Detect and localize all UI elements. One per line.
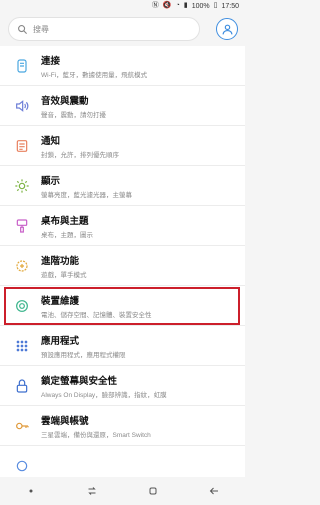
device-care-icon (14, 298, 30, 314)
settings-item-subtitle: 螢幕亮度，藍光濾光器，主螢幕 (41, 191, 132, 199)
person-icon (222, 24, 232, 34)
settings-item-apps[interactable]: 應用程式 預設應用程式，應用程式權限 (0, 326, 245, 366)
settings-item-device-maintenance[interactable]: 裝置維護 電池、儲存空間、記憶體、裝置安全性 (0, 286, 245, 326)
search-input[interactable]: 搜尋 (8, 17, 200, 41)
recents-icon (88, 487, 96, 495)
settings-item-title: 鎖定螢幕與安全性 (41, 375, 118, 387)
settings-item-wallpapers[interactable]: 桌布與主題 桌布，主題，圖示 (0, 206, 245, 246)
back-arrow-icon (210, 487, 219, 495)
settings-item-display[interactable]: 顯示 螢幕亮度，藍光濾光器，主螢幕 (0, 166, 245, 206)
speaker-icon (14, 98, 30, 114)
settings-item-advanced[interactable]: 進階功能 遊戲，單手模式 (0, 246, 245, 286)
settings-item-connections[interactable]: 連接 Wi-Fi，藍牙，數據使用量，飛航模式 (0, 46, 245, 86)
settings-item-title: 桌布與主題 (41, 215, 89, 227)
settings-item-cloud-accounts[interactable]: 雲端與帳號 三星雲端，備份與還原，Smart Switch (0, 406, 245, 446)
settings-list: 連接 Wi-Fi，藍牙，數據使用量，飛航模式 音效與震動 聲音，震動，請勿打擾 … (0, 46, 245, 477)
settings-item-lock-screen[interactable]: 鎖定螢幕與安全性 Always On Display，臉部辨識，指紋，虹膜 (0, 366, 245, 406)
settings-item-title: 連接 (41, 55, 61, 67)
settings-item-title: 應用程式 (41, 335, 80, 347)
google-icon (14, 458, 30, 474)
lock-icon (14, 378, 30, 394)
settings-item-title: 進階功能 (41, 255, 80, 267)
navigation-bar (0, 477, 245, 505)
back-button[interactable] (202, 479, 226, 503)
nfc-icon: Ⓝ (151, 2, 159, 9)
settings-item-notifications[interactable]: 通知 封鎖，允許，排列優先順序 (0, 126, 245, 166)
settings-item-subtitle: 三星雲端，備份與還原，Smart Switch (41, 431, 151, 439)
settings-item-subtitle: 遊戲，單手模式 (41, 271, 87, 279)
wifi-icon: ◔ (175, 2, 180, 9)
notifications-icon (14, 138, 30, 154)
dot-icon (29, 489, 33, 493)
settings-item-subtitle: Wi-Fi，藍牙，數據使用量，飛航模式 (41, 71, 148, 79)
settings-item-title: 雲端與帳號 (41, 415, 89, 427)
nav-dot-button[interactable] (19, 479, 43, 503)
settings-item-subtitle: 預設應用程式，應用程式權限 (41, 351, 126, 359)
search-icon (18, 24, 28, 34)
settings-item-subtitle: 聲音，震動，請勿打擾 (41, 111, 106, 119)
battery-icon: ▯ (213, 2, 218, 9)
status-bar: Ⓝ 🔇 ◔ ▮ 100% ▯ 17:50 (0, 0, 245, 12)
clock: 17:50 (221, 2, 239, 10)
settings-item-subtitle: Always On Display，臉部辨識，指紋，虹膜 (41, 391, 167, 399)
settings-item-title: 音效與震動 (41, 95, 89, 107)
key-icon (14, 418, 30, 434)
settings-item-title: 顯示 (41, 175, 61, 187)
brightness-icon (14, 178, 30, 194)
gear-plus-icon (14, 258, 30, 274)
settings-item-sounds[interactable]: 音效與震動 聲音，震動，請勿打擾 (0, 86, 245, 126)
recents-button[interactable] (80, 479, 104, 503)
signal-icon: ▮ (183, 2, 188, 9)
paint-brush-icon (14, 218, 30, 234)
search-row: 搜尋 (8, 15, 238, 43)
settings-item-title: 裝置維護 (41, 295, 80, 307)
search-placeholder: 搜尋 (33, 24, 49, 34)
account-avatar-button[interactable] (216, 18, 238, 40)
connections-icon (14, 58, 30, 74)
home-button[interactable] (141, 479, 165, 503)
battery-percent: 100% (191, 2, 210, 10)
settings-item-title: 通知 (41, 135, 61, 147)
mute-icon: 🔇 (162, 2, 172, 9)
apps-grid-icon (14, 338, 30, 354)
settings-item-subtitle: 封鎖，允許，排列優先順序 (41, 151, 119, 159)
settings-item-subtitle: 桌布，主題，圖示 (41, 231, 93, 239)
home-square-icon (149, 487, 157, 495)
settings-item-subtitle: 電池、儲存空間、記憶體、裝置安全性 (41, 311, 152, 319)
